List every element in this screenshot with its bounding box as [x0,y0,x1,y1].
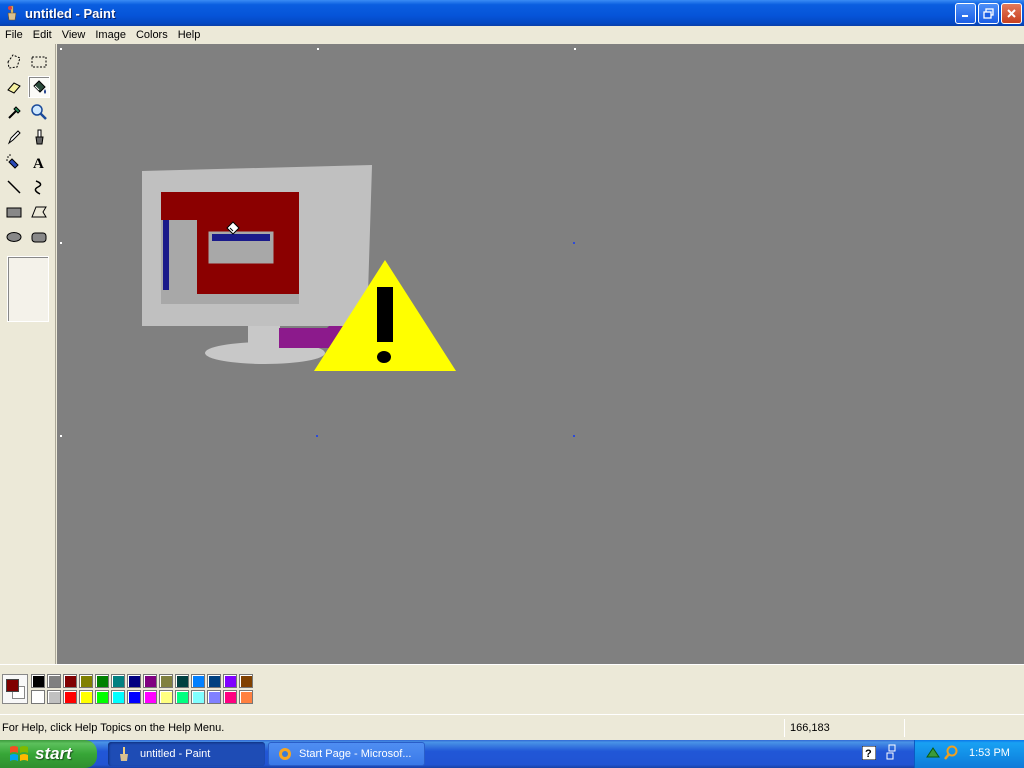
menu-view[interactable]: View [57,29,91,41]
palette-color-swatch[interactable] [111,690,125,704]
taskbar-item-label: Start Page - Microsof... [299,748,412,760]
rectangle-tool[interactable] [3,201,25,223]
select-tool[interactable] [28,51,50,73]
brush-tool[interactable] [28,126,50,148]
taskbar-item-paint[interactable]: untitled - Paint [108,742,265,766]
menu-bar: File Edit View Image Colors Help [0,26,1024,44]
curve-tool[interactable] [28,176,50,198]
fill-with-color-tool[interactable] [28,76,50,98]
pencil-tool[interactable] [3,126,25,148]
status-divider [904,719,905,737]
windows-logo-icon [10,746,28,761]
clock: 1:53 PM [969,747,1010,759]
palette-color-swatch[interactable] [175,674,189,688]
help-icon[interactable]: ? [862,746,876,760]
palette-color-swatch[interactable] [127,674,141,688]
polygon-tool[interactable] [28,201,50,223]
canvas-drawing[interactable] [57,44,1024,664]
eraser-tool[interactable] [3,76,25,98]
palette-color-swatch[interactable] [127,690,141,704]
palette-color-swatch[interactable] [191,690,205,704]
magnifier-tool[interactable] [28,101,50,123]
palette-color-swatch[interactable] [239,690,253,704]
palette-color-swatch[interactable] [143,690,157,704]
svg-text:A: A [33,156,44,171]
minimize-button[interactable] [955,3,976,24]
start-label: start [35,744,72,763]
status-help-text: For Help, click Help Topics on the Help … [2,722,225,734]
palette-color-swatch[interactable] [79,690,93,704]
menu-edit[interactable]: Edit [28,29,57,41]
start-button[interactable]: start [0,740,97,768]
palette-color-swatch[interactable] [95,674,109,688]
free-form-select-tool[interactable] [3,51,25,73]
browser-icon [279,748,291,760]
palette-color-swatch[interactable] [79,674,93,688]
system-tray: 1:53 PM [914,740,1024,768]
line-tool[interactable] [3,176,25,198]
taskbar: start untitled - Paint Start Page - Micr… [0,740,1024,768]
palette-color-swatch[interactable] [47,674,61,688]
current-colors[interactable] [2,674,28,704]
palette-color-swatch[interactable] [175,690,189,704]
menu-colors[interactable]: Colors [131,29,173,41]
foreground-color[interactable] [6,679,19,692]
status-coordinates: 166,183 [790,722,830,734]
title-bar: untitled - Paint [0,0,1024,26]
palette-color-swatch[interactable] [223,690,237,704]
close-button[interactable] [1001,3,1022,24]
pick-color-tool[interactable] [3,101,25,123]
palette-color-swatch[interactable] [239,674,253,688]
status-divider [784,719,785,737]
palette-color-swatch[interactable] [95,690,109,704]
airbrush-tool[interactable] [3,151,25,173]
window-title: untitled - Paint [25,5,116,21]
palette-color-swatch[interactable] [31,690,45,704]
menu-file[interactable]: File [0,29,28,41]
search-icon[interactable] [943,745,959,761]
network-icon[interactable] [925,745,941,761]
canvas-workspace[interactable] [57,44,1024,664]
palette-color-swatch[interactable] [159,674,173,688]
palette-color-swatch[interactable] [191,674,205,688]
color-palette [0,664,1024,714]
palette-color-swatch[interactable] [63,690,77,704]
taskbar-item-label: untitled - Paint [140,748,211,760]
palette-color-swatch[interactable] [31,674,45,688]
ellipse-tool[interactable] [3,226,25,248]
paint-app-icon [120,747,128,761]
palette-color-swatch[interactable] [111,674,125,688]
restore-icon[interactable] [886,744,896,762]
palette-color-swatch[interactable] [63,674,77,688]
palette-color-swatch[interactable] [207,690,221,704]
palette-color-swatch[interactable] [223,674,237,688]
palette-color-swatch[interactable] [159,690,173,704]
tool-options-panel[interactable] [7,256,49,322]
taskbar-item-browser[interactable]: Start Page - Microsof... [268,742,425,766]
paint-app-icon[interactable] [4,5,20,21]
maximize-button[interactable] [978,3,999,24]
svg-text:?: ? [865,748,872,760]
status-bar: For Help, click Help Topics on the Help … [0,714,1024,740]
toolbox: A [0,44,56,664]
menu-image[interactable]: Image [90,29,131,41]
menu-help[interactable]: Help [173,29,206,41]
palette-color-swatch[interactable] [207,674,221,688]
rounded-rectangle-tool[interactable] [28,226,50,248]
text-tool[interactable]: A [28,151,50,173]
palette-color-swatch[interactable] [47,690,61,704]
palette-color-swatch[interactable] [143,674,157,688]
